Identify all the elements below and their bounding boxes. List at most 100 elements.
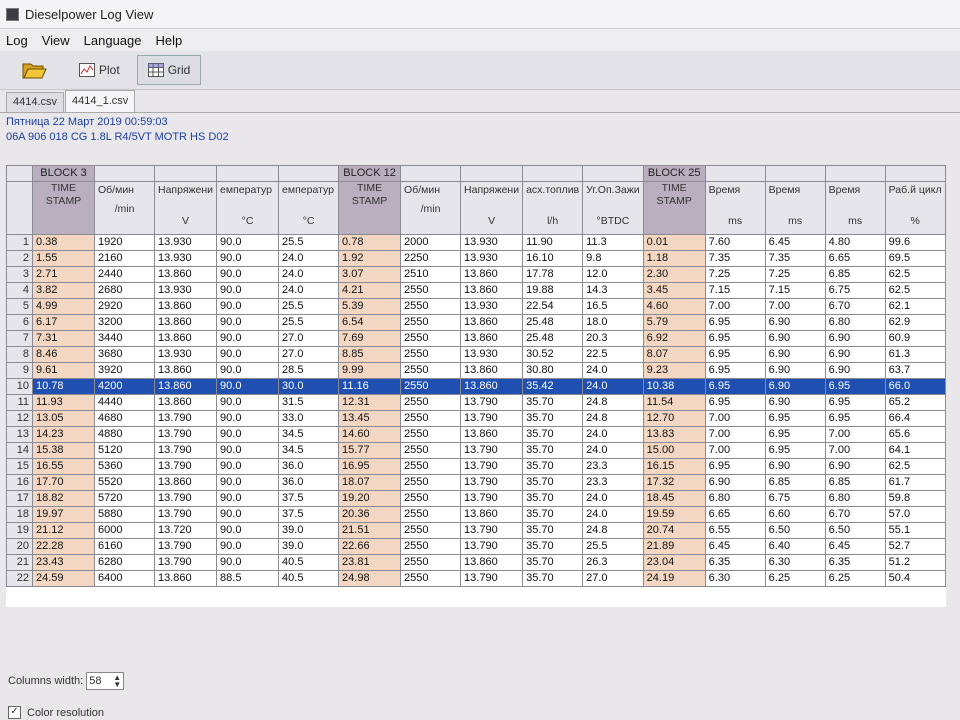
table-cell[interactable]: 5520 — [94, 474, 155, 491]
table-cell[interactable]: 6.85 — [764, 474, 826, 491]
table-cell[interactable]: 21.12 — [32, 522, 95, 539]
table-cell[interactable]: 6.95 — [704, 362, 766, 379]
table-row[interactable]: 17 18.82 5720 13.790 90.0 37.5 19.20 2550 13.790… — [6, 490, 946, 507]
table-cell[interactable]: 6.75 — [824, 282, 886, 299]
table-cell[interactable]: 13.860 — [153, 570, 218, 587]
table-cell[interactable]: 6.45 — [824, 538, 886, 555]
table-cell[interactable]: 5360 — [94, 458, 155, 475]
table-cell[interactable]: 7.31 — [32, 330, 95, 347]
table-cell[interactable]: 13.860 — [153, 298, 218, 315]
table-cell[interactable]: 13.790 — [460, 490, 524, 507]
table-cell[interactable]: 5720 — [94, 490, 155, 507]
table-cell[interactable]: 13.790 — [460, 442, 524, 459]
table-cell[interactable]: 7.00 — [704, 298, 766, 315]
table-cell[interactable]: 7.15 — [704, 282, 766, 299]
table-cell[interactable]: 6.90 — [824, 346, 886, 363]
table-cell[interactable]: 2550 — [400, 314, 462, 331]
table-cell[interactable]: 6.45 — [764, 234, 826, 251]
column-header-timestamp[interactable]: TIME STAMP — [642, 181, 706, 235]
table-cell[interactable]: 51.2 — [884, 554, 946, 571]
data-grid[interactable]: BLOCK 3 BLOCK 12 BLOCK 25 TIME STAMP Об/м… — [6, 165, 946, 607]
table-cell[interactable]: 35.70 — [522, 490, 584, 507]
table-cell[interactable]: 55.1 — [884, 522, 946, 539]
row-number[interactable]: 21 — [6, 554, 33, 571]
table-cell[interactable]: 13.860 — [460, 282, 524, 299]
table-cell[interactable]: 6.90 — [764, 394, 826, 411]
table-cell[interactable]: 13.860 — [460, 506, 524, 523]
table-cell[interactable]: 6.75 — [764, 490, 826, 507]
table-cell[interactable]: 23.81 — [338, 554, 402, 571]
table-cell[interactable]: 11.90 — [522, 234, 584, 251]
table-cell[interactable]: 26.3 — [582, 554, 644, 571]
table-cell[interactable]: 25.48 — [522, 330, 584, 347]
column-header[interactable]: Напряжени V — [153, 181, 218, 235]
table-cell[interactable]: 14.3 — [582, 282, 644, 299]
table-cell[interactable]: 24.19 — [642, 570, 706, 587]
table-cell[interactable]: 35.70 — [522, 570, 584, 587]
table-cell[interactable]: 13.860 — [460, 554, 524, 571]
table-cell[interactable]: 36.0 — [278, 458, 340, 475]
row-number[interactable]: 16 — [6, 474, 33, 491]
table-cell[interactable]: 8.07 — [642, 346, 706, 363]
table-cell[interactable]: 31.5 — [278, 394, 340, 411]
table-cell[interactable]: 25.5 — [278, 234, 340, 251]
table-cell[interactable]: 64.1 — [884, 442, 946, 459]
table-cell[interactable]: 13.790 — [153, 490, 218, 507]
table-row[interactable]: 10 10.78 4200 13.860 90.0 30.0 11.16 2550 13.860… — [6, 378, 946, 395]
table-cell[interactable]: 18.45 — [642, 490, 706, 507]
table-cell[interactable]: 17.70 — [32, 474, 95, 491]
spinner-arrows-icon[interactable]: ▲ ▼ — [113, 674, 121, 689]
table-cell[interactable]: 90.0 — [216, 282, 280, 299]
table-cell[interactable]: 13.930 — [153, 250, 218, 267]
table-cell[interactable]: 16.55 — [32, 458, 95, 475]
column-header[interactable]: Об/мин/min — [94, 181, 155, 235]
table-cell[interactable]: 6.90 — [764, 346, 826, 363]
table-cell[interactable]: 90.0 — [216, 490, 280, 507]
table-cell[interactable]: 35.70 — [522, 538, 584, 555]
table-row[interactable]: 11 11.93 4440 13.860 90.0 31.5 12.31 2550 13.790… — [6, 394, 946, 411]
table-cell[interactable]: 25.5 — [278, 298, 340, 315]
table-cell[interactable]: 6.90 — [764, 458, 826, 475]
table-row[interactable]: 5 4.99 2920 13.860 90.0 25.5 5.39 2550 13.930 22.… — [6, 298, 946, 315]
table-cell[interactable]: 3920 — [94, 362, 155, 379]
table-cell[interactable]: 18.07 — [338, 474, 402, 491]
table-cell[interactable]: 4680 — [94, 410, 155, 427]
table-cell[interactable]: 24.8 — [582, 394, 644, 411]
table-cell[interactable]: 4440 — [94, 394, 155, 411]
table-cell[interactable]: 34.5 — [278, 426, 340, 443]
table-cell[interactable]: 6.60 — [764, 506, 826, 523]
color-resolution-checkbox[interactable]: ✓ — [8, 706, 21, 719]
column-header-timestamp[interactable]: TIME STAMP — [32, 181, 95, 235]
table-cell[interactable]: 6.70 — [824, 298, 886, 315]
table-cell[interactable]: 23.3 — [582, 474, 644, 491]
table-cell[interactable]: 2550 — [400, 330, 462, 347]
table-cell[interactable]: 35.70 — [522, 410, 584, 427]
table-cell[interactable]: 24.59 — [32, 570, 95, 587]
table-cell[interactable]: 90.0 — [216, 234, 280, 251]
table-cell[interactable]: 24.0 — [582, 506, 644, 523]
table-cell[interactable]: 39.0 — [278, 538, 340, 555]
table-cell[interactable]: 13.860 — [460, 426, 524, 443]
table-cell[interactable]: 13.860 — [153, 378, 218, 395]
table-cell[interactable]: 12.0 — [582, 266, 644, 283]
row-number[interactable]: 2 — [6, 250, 33, 267]
table-cell[interactable]: 6.95 — [764, 426, 826, 443]
table-cell[interactable]: 90.0 — [216, 442, 280, 459]
table-cell[interactable]: 7.15 — [764, 282, 826, 299]
table-cell[interactable]: 2920 — [94, 298, 155, 315]
table-cell[interactable]: 13.790 — [460, 410, 524, 427]
row-number[interactable]: 10 — [6, 378, 33, 395]
table-cell[interactable]: 2550 — [400, 394, 462, 411]
plot-button[interactable]: Plot — [68, 55, 131, 85]
table-cell[interactable]: 6.30 — [704, 570, 766, 587]
table-cell[interactable]: 28.5 — [278, 362, 340, 379]
table-cell[interactable]: 61.3 — [884, 346, 946, 363]
table-row[interactable]: 13 14.23 4880 13.790 90.0 34.5 14.60 2550 13.860… — [6, 426, 946, 443]
table-row[interactable]: 3 2.71 2440 13.860 90.0 24.0 3.07 2510 13.860 17.… — [6, 266, 946, 283]
open-button[interactable] — [10, 55, 62, 85]
table-cell[interactable]: 13.790 — [153, 506, 218, 523]
table-cell[interactable]: 13.860 — [153, 266, 218, 283]
table-cell[interactable]: 0.01 — [642, 234, 706, 251]
table-cell[interactable]: 24.8 — [582, 410, 644, 427]
table-cell[interactable]: 13.860 — [153, 362, 218, 379]
